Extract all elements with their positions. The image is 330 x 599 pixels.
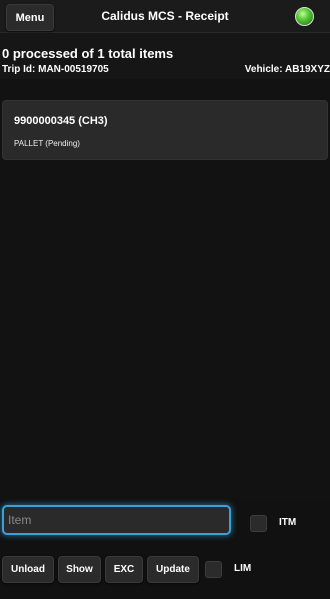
item-input[interactable] [2,505,231,535]
unload-button[interactable]: Unload [2,556,54,583]
app-header: Menu Calidus MCS - Receipt [0,0,330,33]
exc-button[interactable]: EXC [105,556,143,583]
processed-count: 0 processed of 1 total items [2,46,174,61]
show-button[interactable]: Show [58,556,101,583]
connection-status-icon [295,7,314,26]
trip-id: Trip Id: MAN-00519705 [2,64,109,75]
vehicle-id: Vehicle: AB19XYZ [244,64,330,75]
lim-checkbox[interactable] [205,561,222,578]
itm-label: ITM [279,517,297,528]
page-title: Calidus MCS - Receipt [101,9,229,23]
lim-label: LIM [234,563,252,574]
menu-button[interactable]: Menu [6,4,54,31]
itm-checkbox[interactable] [250,515,267,532]
receipt-summary: 0 processed of 1 total items Trip Id: MA… [0,33,330,79]
item-code: 9900000345 (CH3) [14,115,108,127]
list-item[interactable]: 9900000345 (CH3) PALLET (Pending) [2,100,328,160]
update-button[interactable]: Update [147,556,199,583]
item-status: PALLET (Pending) [14,139,80,148]
